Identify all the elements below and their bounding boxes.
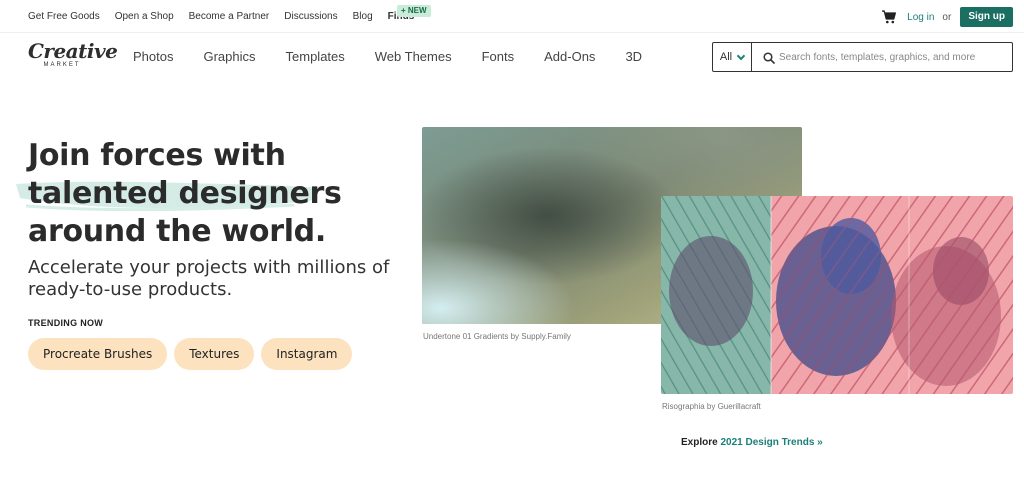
nav-add-ons[interactable]: Add-Ons (544, 49, 595, 64)
headline-line-1: Join forces with (28, 138, 286, 173)
utility-links: Get Free Goods Open a Shop Become a Part… (28, 11, 414, 22)
chip-textures[interactable]: Textures (174, 338, 255, 370)
trending-chips: Procreate Brushes Textures Instagram (28, 338, 359, 370)
search-bar: All (712, 42, 1013, 72)
nav-web-themes[interactable]: Web Themes (375, 49, 452, 64)
search-category-select[interactable]: All (713, 43, 752, 71)
subhead-line-2: ready-to-use products. (28, 279, 233, 300)
signup-button[interactable]: Sign up (960, 7, 1013, 27)
new-badge: + NEW (397, 5, 431, 17)
creative-market-logo[interactable]: Creative MARKET (28, 39, 118, 76)
get-free-goods-link[interactable]: Get Free Goods (28, 11, 100, 22)
open-a-shop-link[interactable]: Open a Shop (115, 11, 174, 22)
logo-wordmark: Creative (28, 39, 118, 63)
explore-design-trends: Explore 2021 Design Trends » (681, 437, 823, 448)
hero-subheading: Accelerate your projects with millions o… (28, 257, 389, 301)
top-utility-bar: Get Free Goods Open a Shop Become a Part… (0, 0, 1024, 33)
search-icon (763, 51, 775, 64)
nav-fonts[interactable]: Fonts (482, 49, 515, 64)
headline-line-2: talented designers (28, 176, 342, 211)
nav-graphics[interactable]: Graphics (203, 49, 255, 64)
headline-line-3: around the world. (28, 214, 326, 249)
search-category-value: All (719, 51, 733, 63)
explore-prefix: Explore (681, 437, 718, 448)
chip-procreate-brushes[interactable]: Procreate Brushes (28, 338, 168, 370)
login-link[interactable]: Log in (907, 12, 934, 23)
subhead-line-1: Accelerate your projects with millions o… (28, 257, 390, 278)
image-caption-gradients[interactable]: Undertone 01 Gradients by Supply.Family (423, 332, 571, 341)
chevron-down-icon (736, 51, 746, 60)
design-trends-link[interactable]: 2021 Design Trends » (720, 437, 822, 448)
chip-instagram[interactable]: Instagram (261, 338, 353, 370)
category-nav: Photos Graphics Templates Web Themes Fon… (133, 49, 672, 64)
discussions-link[interactable]: Discussions (284, 11, 337, 22)
cart-icon[interactable] (881, 9, 897, 25)
blog-link[interactable]: Blog (353, 11, 373, 22)
become-a-partner-link[interactable]: Become a Partner (189, 11, 270, 22)
nav-templates[interactable]: Templates (286, 49, 345, 64)
trending-now-label: TRENDING NOW (28, 318, 104, 328)
or-text: or (942, 11, 952, 23)
hero-headline: Join forces with talented designers arou… (28, 137, 342, 251)
main-nav: Creative MARKET Photos Graphics Template… (0, 33, 1024, 81)
image-caption-risographia[interactable]: Risographia by Guerillacraft (662, 402, 761, 411)
risographia-product-image[interactable] (661, 196, 1013, 394)
account-area: Log in or Sign up (881, 7, 1013, 27)
search-input[interactable] (779, 51, 1009, 63)
nav-photos[interactable]: Photos (133, 49, 173, 64)
nav-3d[interactable]: 3D (625, 49, 642, 64)
